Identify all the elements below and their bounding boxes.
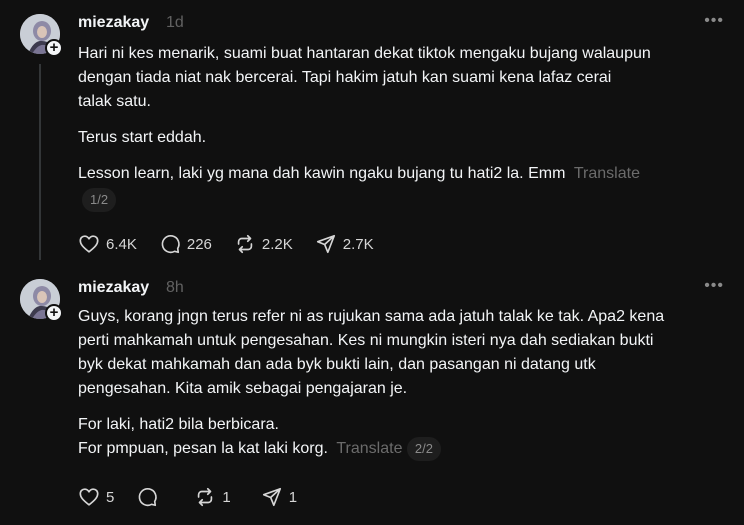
post-paragraph: Guys, korang jngn terus refer ni as ruju… [78, 308, 665, 397]
repost-button[interactable]: 1 [194, 486, 231, 508]
thread-post-1: + miezakay 1d ••• Hari ni kes menarik, s… [0, 0, 744, 265]
like-button[interactable]: 6.4K [78, 233, 137, 255]
repost-button[interactable]: 2.2K [234, 233, 293, 255]
comment-bubble-icon [138, 488, 158, 507]
post-timestamp[interactable]: 1d [166, 14, 184, 32]
repost-arrows-icon [237, 234, 253, 254]
repost-arrows-icon [198, 487, 213, 507]
post-text: Lesson learn, laki yg mana dah kawin nga… [78, 165, 566, 182]
like-count: 6.4K [106, 235, 137, 253]
post-paragraph-last: For laki, hati2 bila berbicara. For pmpu… [78, 413, 718, 461]
like-count: 5 [106, 488, 115, 506]
translate-link[interactable]: Translate [336, 440, 402, 457]
heart-icon [79, 488, 99, 506]
post-paragraph-last: Lesson learn, laki yg mana dah kawin nga… [78, 162, 718, 186]
reply-count: 226 [186, 235, 212, 253]
action-bar: 6.4K 226 2.2K 2.7K [78, 232, 396, 256]
reply-button[interactable] [136, 486, 164, 508]
paper-plane-icon [262, 487, 281, 507]
more-horizontal-icon[interactable]: ••• [704, 277, 724, 295]
more-horizontal-icon[interactable]: ••• [704, 12, 724, 30]
avatar-container[interactable]: + [20, 279, 64, 323]
share-count: 2.7K [342, 235, 374, 253]
page-indicator-badge: 1/2 [82, 188, 117, 212]
paper-plane-icon [316, 234, 335, 254]
share-button[interactable]: 2.7K [315, 233, 374, 255]
post-body: Hari ni kes menarik, suami buat hantaran… [78, 42, 718, 212]
username[interactable]: miezakay [78, 14, 149, 32]
post-text: For laki, hati2 bila berbicara. For pmpu… [78, 416, 328, 457]
post-timestamp[interactable]: 8h [166, 279, 184, 297]
reply-button[interactable]: 226 [159, 233, 212, 255]
action-bar: 5 1 1 [78, 485, 319, 509]
translate-link[interactable]: Translate [574, 165, 640, 182]
post-body: Guys, korang jngn terus refer ni as ruju… [78, 305, 718, 461]
share-button[interactable]: 1 [261, 486, 297, 508]
post-paragraph: Hari ni kes menarik, suami buat hantaran… [78, 45, 651, 110]
comment-bubble-icon [161, 235, 180, 254]
like-button[interactable]: 5 [78, 486, 114, 508]
page-indicator-badge: 2/2 [406, 437, 441, 461]
share-count: 1 [288, 488, 298, 506]
thread-post-2: + miezakay 8h ••• Guys, korang jngn teru… [0, 265, 744, 525]
follow-plus-icon[interactable]: + [45, 39, 63, 57]
follow-plus-icon[interactable]: + [45, 304, 63, 322]
repost-count: 1 [222, 488, 231, 506]
username[interactable]: miezakay [78, 279, 149, 297]
repost-count: 2.2K [261, 235, 293, 253]
thread-connector-line [39, 64, 41, 260]
post-paragraph: Terus start eddah. [78, 129, 207, 146]
avatar-container[interactable]: + [20, 14, 64, 58]
heart-icon [79, 235, 99, 253]
